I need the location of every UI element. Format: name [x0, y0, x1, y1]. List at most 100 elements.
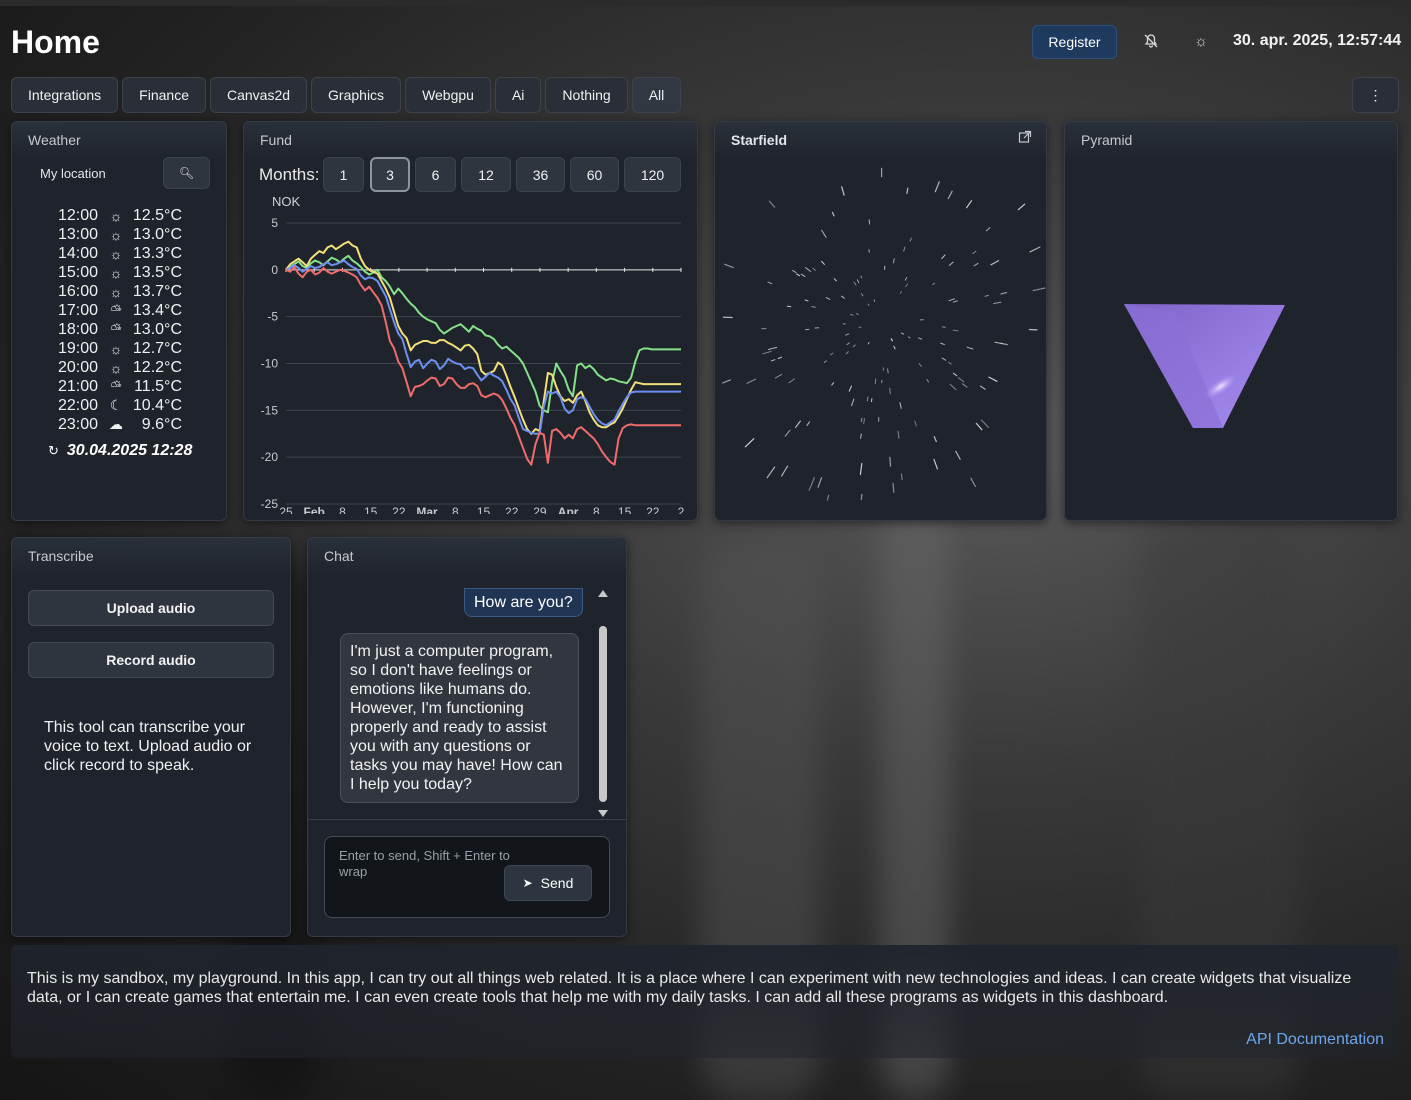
scroll-thumb[interactable]	[599, 626, 607, 802]
star	[900, 473, 903, 481]
weather-temp: 13.0°C	[132, 320, 182, 338]
star	[990, 259, 1000, 266]
chat-scrollbar[interactable]	[597, 590, 609, 820]
weather-card: Weather My location 🔍︎ 12:00 ☼ 12.5°C 13:00…	[11, 121, 227, 521]
star	[948, 298, 955, 302]
weather-temp: 12.2°C	[132, 358, 182, 376]
star	[905, 283, 908, 288]
star	[957, 377, 965, 383]
star	[975, 422, 983, 431]
weather-row: 22:00 ☾ 10.4°C	[58, 396, 182, 415]
star	[887, 368, 889, 374]
x-tick-label: 2	[678, 505, 685, 514]
card-title: Fund	[260, 132, 292, 148]
tab-integrations[interactable]: Integrations	[11, 77, 119, 113]
refresh-icon: ↻	[48, 443, 59, 458]
star	[794, 420, 801, 428]
upload-audio-button[interactable]: Upload audio	[28, 590, 274, 626]
x-tick-label: 22	[505, 505, 519, 514]
x-tick-label: Apr	[558, 505, 579, 514]
star	[941, 254, 946, 259]
tab-graphics[interactable]: Graphics	[311, 77, 402, 113]
weather-time: 12:00	[58, 206, 99, 224]
months-button-6[interactable]: 6	[415, 157, 456, 192]
star	[860, 417, 863, 423]
kebab-menu-icon: ⋮	[1368, 86, 1383, 103]
star	[1029, 246, 1041, 253]
weather-row: 21:00 ⛅︎ 11.5°C	[58, 377, 182, 396]
page-title: Home	[11, 24, 100, 60]
tab-all[interactable]: All	[631, 77, 682, 113]
star	[771, 359, 776, 362]
months-button-12[interactable]: 12	[461, 157, 511, 192]
weather-time: 19:00	[58, 339, 99, 357]
star	[873, 299, 876, 302]
tab-nothing[interactable]: Nothing	[545, 77, 628, 113]
footer: This is my sandbox, my playground. In th…	[11, 945, 1399, 1058]
star	[889, 456, 892, 467]
star	[994, 341, 1003, 345]
pyramid-card: Pyramid	[1064, 121, 1398, 521]
tab-ai[interactable]: Ai	[494, 77, 542, 113]
send-button[interactable]: ➤ Send	[504, 865, 592, 901]
star	[893, 345, 896, 350]
partly-cloudy-icon: ⛅︎	[110, 302, 122, 318]
star	[947, 190, 953, 200]
card-title: Pyramid	[1081, 132, 1133, 148]
star	[918, 363, 922, 367]
external-link-icon[interactable]	[1018, 130, 1032, 144]
star	[932, 282, 936, 286]
star	[817, 477, 823, 488]
register-button[interactable]: Register	[1032, 25, 1117, 59]
scroll-down-arrow-icon[interactable]	[598, 810, 608, 817]
star	[899, 402, 902, 409]
x-tick-label: 25	[279, 505, 293, 514]
tab-webgpu[interactable]: Webgpu	[405, 77, 491, 113]
weather-updated: ↻ 30.04.2025 12:28	[48, 442, 192, 460]
record-audio-button[interactable]: Record audio	[28, 642, 274, 678]
weather-row: 15:00 ☼ 13.5°C	[58, 263, 182, 282]
months-button-3[interactable]: 3	[370, 157, 410, 192]
star	[903, 246, 906, 252]
months-button-36[interactable]: 36	[516, 157, 565, 192]
more-options-button[interactable]: ⋮	[1352, 77, 1399, 113]
weather-temp: 13.5°C	[132, 263, 182, 281]
weather-time: 15:00	[58, 263, 99, 281]
send-icon: ➤	[522, 876, 533, 890]
sun-icon: ☼	[109, 264, 123, 281]
star	[811, 306, 816, 308]
star	[845, 333, 850, 336]
star	[909, 237, 912, 242]
tab-canvas2d[interactable]: Canvas2d	[209, 77, 308, 113]
pyramid-canvas	[1124, 304, 1285, 428]
weather-row: 12:00 ☼ 12.5°C	[58, 206, 182, 225]
months-button-120[interactable]: 120	[624, 157, 681, 192]
star	[866, 396, 869, 402]
scroll-up-arrow-icon[interactable]	[598, 590, 608, 597]
star	[1032, 287, 1046, 292]
notifications-off-icon[interactable]	[1140, 30, 1162, 52]
starfield-canvas	[721, 167, 1046, 501]
y-tick-label: 5	[271, 216, 278, 230]
weather-time: 16:00	[58, 282, 99, 300]
star	[906, 187, 909, 194]
location-label: My location	[40, 166, 106, 181]
moon-icon: ☾	[109, 397, 123, 413]
transcribe-description: This tool can transcribe your voice to t…	[44, 719, 252, 774]
months-button-1[interactable]: 1	[323, 157, 364, 192]
api-documentation-link[interactable]: API Documentation	[1246, 1031, 1384, 1049]
star	[993, 301, 1002, 304]
star	[952, 329, 959, 332]
star	[808, 477, 815, 491]
star	[988, 376, 998, 382]
chat-input[interactable]: Enter to send, Shift + Enter to wrap ➤ S…	[324, 836, 610, 918]
tab-finance[interactable]: Finance	[122, 77, 206, 113]
star	[851, 398, 855, 407]
location-search-button[interactable]: 🔍︎	[163, 157, 210, 189]
sun-icon: ☼	[109, 359, 123, 376]
star	[774, 373, 783, 379]
theme-sun-icon[interactable]: ☼	[1190, 30, 1212, 52]
months-button-60[interactable]: 60	[570, 157, 619, 192]
weather-time: 18:00	[58, 320, 99, 338]
star	[825, 297, 831, 300]
